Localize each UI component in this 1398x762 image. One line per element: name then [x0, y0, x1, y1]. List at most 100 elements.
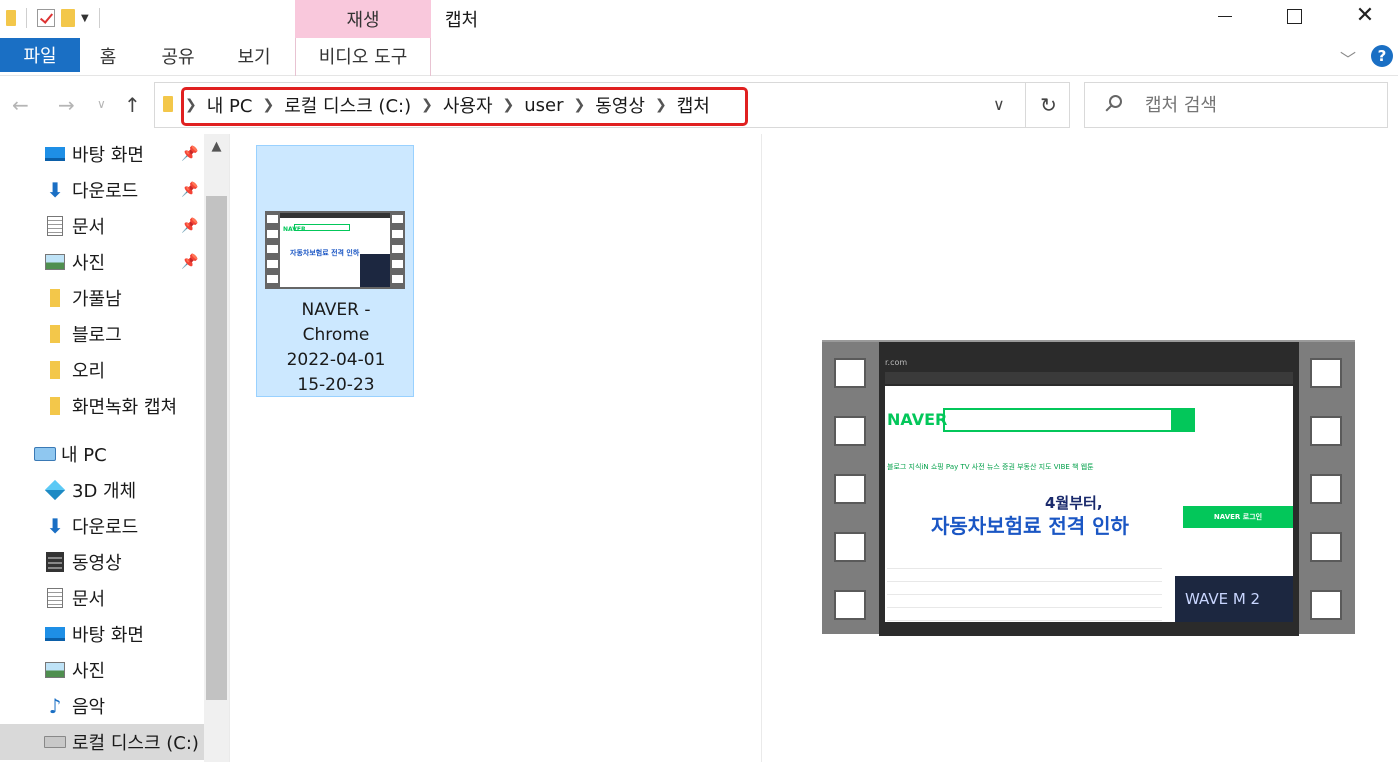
tab-view[interactable]: 보기 — [226, 38, 282, 74]
breadcrumb-my-pc[interactable]: 내 PC — [207, 92, 253, 118]
minimize-button[interactable] — [1190, 0, 1260, 32]
breadcrumb-chevron-icon[interactable]: ❯ — [574, 97, 586, 113]
breadcrumb-chevron-icon[interactable]: ❯ — [262, 97, 274, 113]
search-box[interactable] — [1084, 82, 1388, 128]
context-tab-play[interactable]: 재생 — [295, 0, 431, 38]
file-name: NAVER - Chrome 2022-04-01 15-20-23 — [257, 298, 415, 398]
3d-objects-icon — [44, 479, 66, 501]
tab-video-tools[interactable]: 비디오 도구 — [300, 38, 426, 74]
search-input[interactable] — [1145, 83, 1380, 127]
breadcrumb-local-disk[interactable]: 로컬 디스크 (C:) — [284, 92, 411, 118]
ribbon-tabs: 파일 홈 공유 보기 비디오 도구 ﹀ ? — [0, 38, 1398, 76]
pin-icon[interactable]: 📌 — [181, 182, 198, 198]
back-arrow-icon[interactable]: ← — [12, 93, 29, 117]
up-arrow-icon[interactable]: ↑ — [124, 93, 141, 117]
sidebar-item-downloads-quick[interactable]: ⬇ 다운로드 📌 — [0, 172, 204, 208]
sidebar-item-music[interactable]: ♪ 음악 — [0, 688, 204, 724]
new-folder-icon[interactable] — [61, 9, 75, 27]
disk-icon — [44, 732, 66, 752]
help-icon[interactable]: ? — [1371, 45, 1393, 67]
customize-toolbar-dropdown-icon[interactable]: ▼ — [81, 13, 89, 24]
sidebar-item-label: 로컬 디스크 (C:) — [72, 733, 199, 754]
sidebar-item-local-disk[interactable]: 로컬 디스크 (C:) — [0, 724, 204, 760]
breadcrumb-chevron-icon[interactable]: ❯ — [421, 97, 433, 113]
breadcrumb-videos[interactable]: 동영상 — [595, 92, 645, 118]
address-row: ← → ∨ ↑ ❯ 내 PC ❯ 로컬 디스크 (C:) ❯ 사용자 ❯ use… — [0, 77, 1398, 134]
tab-home[interactable]: 홈 — [86, 38, 130, 74]
preview-film-frame: r.com NAVER 블로그 지식iN 쇼핑 Pay TV 사전 뉴스 증권 … — [822, 340, 1355, 636]
pin-icon[interactable]: 📌 — [181, 254, 198, 270]
sidebar-item-label: 음악 — [72, 697, 106, 718]
preview-screen: NAVER 블로그 지식iN 쇼핑 Pay TV 사전 뉴스 증권 부동산 지도… — [885, 386, 1293, 622]
breadcrumb-chevron-icon[interactable]: ❯ — [655, 97, 667, 113]
sidebar-item-my-pc[interactable]: 내 PC — [0, 436, 204, 472]
sidebar-item-label: 다운로드 — [72, 517, 139, 538]
sidebar-item-label: 가풀남 — [72, 289, 122, 310]
sidebar-item-folder[interactable]: 오리 — [0, 352, 204, 388]
refresh-button[interactable]: ↻ — [1025, 83, 1071, 127]
sidebar-item-pictures-quick[interactable]: 사진 📌 — [0, 244, 204, 280]
close-button[interactable]: ✕ — [1330, 0, 1398, 32]
film-strip-decoration — [1310, 354, 1344, 624]
sidebar-item-label: 사진 — [72, 661, 106, 682]
refresh-icon: ↻ — [1040, 93, 1057, 117]
folder-icon — [44, 396, 66, 416]
quick-access-toolbar: ▼ — [6, 5, 104, 31]
sidebar-item-desktop[interactable]: 바탕 화면 — [0, 616, 204, 652]
window-title: 캡처 — [445, 10, 479, 31]
scroll-up-chevron-icon[interactable]: ▲ — [204, 134, 229, 158]
tab-file[interactable]: 파일 — [0, 38, 80, 72]
scrollbar-thumb[interactable] — [206, 196, 227, 700]
maximize-button[interactable] — [1259, 0, 1329, 32]
breadcrumb-capture[interactable]: 캡처 — [677, 92, 710, 118]
sidebar-item-folder[interactable]: 화면녹화 캡쳐 — [0, 388, 204, 424]
sidebar-item-folder[interactable]: 가풀남 — [0, 280, 204, 316]
tab-share[interactable]: 공유 — [150, 38, 206, 74]
sidebar-item-label: 오리 — [72, 361, 106, 382]
file-name-line: 15-20-23 — [297, 375, 375, 395]
pictures-icon — [44, 252, 66, 272]
document-icon — [44, 216, 66, 236]
file-name-line: Chrome — [302, 325, 370, 345]
pin-icon[interactable]: 📌 — [181, 146, 198, 162]
sidebar-item-label: 문서 — [72, 589, 106, 610]
sidebar-item-documents[interactable]: 문서 — [0, 580, 204, 616]
sidebar-item-folder[interactable]: 블로그 — [0, 316, 204, 352]
sidebar-item-3d-objects[interactable]: 3D 개체 — [0, 472, 204, 508]
folder-icon — [44, 324, 66, 344]
breadcrumb-chevron-icon[interactable]: ❯ — [503, 97, 515, 113]
sidebar-item-label: 동영상 — [72, 553, 122, 574]
sidebar-item-label: 화면녹화 캡쳐 — [72, 397, 178, 418]
sidebar-item-downloads[interactable]: ⬇ 다운로드 — [0, 508, 204, 544]
thumbnail-headline: 자동차보험료 전격 인하 — [290, 249, 360, 257]
sidebar-item-desktop-quick[interactable]: 바탕 화면 📌 — [0, 136, 204, 172]
breadcrumb-user[interactable]: user — [524, 95, 563, 116]
thumbnail-screen: NAVER 자동차보험료 전격 인하 — [280, 213, 390, 287]
navigation-pane: 바탕 화면 📌 ⬇ 다운로드 📌 문서 📌 사진 📌 가풀남 블로그 오리 화면… — [0, 134, 230, 762]
pin-icon[interactable]: 📌 — [181, 218, 198, 234]
sidebar-item-pictures[interactable]: 사진 — [0, 652, 204, 688]
breadcrumb: ❯ 내 PC ❯ 로컬 디스크 (C:) ❯ 사용자 ❯ user ❯ 동영상 … — [183, 83, 710, 127]
address-history-chevron-icon[interactable]: ∨ — [993, 95, 1005, 114]
film-strip-decoration — [834, 354, 868, 624]
sidebar-item-documents-quick[interactable]: 문서 📌 — [0, 208, 204, 244]
expand-ribbon-chevron-icon[interactable]: ﹀ — [1340, 46, 1362, 69]
sidebar-item-label: 바탕 화면 — [72, 145, 144, 166]
forward-arrow-icon[interactable]: → — [58, 93, 75, 117]
download-icon: ⬇ — [46, 178, 64, 202]
sidebar-item-label: 문서 — [72, 217, 106, 238]
file-item[interactable]: NAVER 자동차보험료 전격 인하 NAVER - Chrome 2022-0… — [256, 145, 414, 397]
pictures-icon — [44, 660, 66, 680]
address-bar[interactable]: ❯ 내 PC ❯ 로컬 디스크 (C:) ❯ 사용자 ❯ user ❯ 동영상 … — [154, 82, 1070, 128]
sidebar-item-label: 다운로드 — [72, 181, 139, 202]
recent-locations-chevron-icon[interactable]: ∨ — [97, 97, 106, 111]
breadcrumb-chevron-icon[interactable]: ❯ — [185, 97, 197, 113]
sidebar-item-videos[interactable]: 동영상 — [0, 544, 204, 580]
folder-icon[interactable] — [6, 10, 16, 26]
sidebar-item-label: 블로그 — [72, 325, 122, 346]
toolbar-separator — [98, 8, 100, 28]
properties-icon[interactable] — [37, 9, 55, 27]
download-icon: ⬇ — [46, 514, 64, 538]
preview-ad-headline: 자동차보험료 전격 인하 — [931, 514, 1129, 538]
breadcrumb-users[interactable]: 사용자 — [443, 92, 493, 118]
